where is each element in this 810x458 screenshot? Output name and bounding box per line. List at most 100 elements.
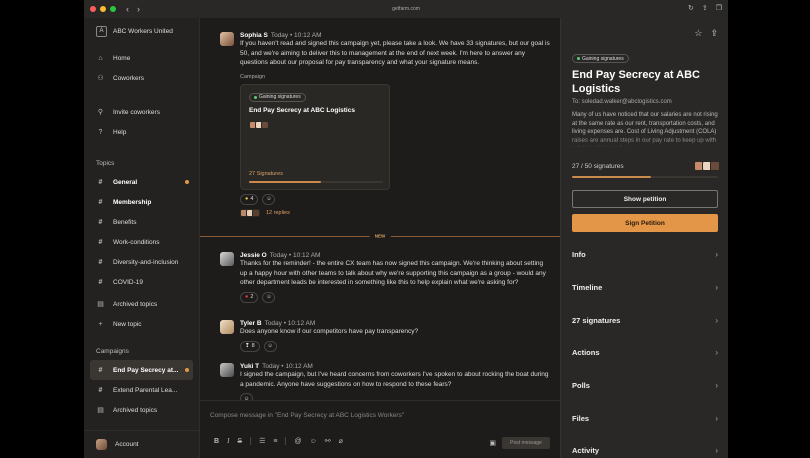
hash-icon: # <box>98 278 103 286</box>
bullet-list-icon[interactable]: ☰ <box>259 437 265 445</box>
strikethrough-icon[interactable]: S <box>237 438 242 445</box>
divider <box>285 437 287 445</box>
attach-icon[interactable]: ⌀ <box>339 437 343 445</box>
sidebar-item-home[interactable]: ⌂ Home <box>84 48 199 68</box>
show-petition-button[interactable]: Show petition <box>572 190 718 208</box>
post-message-button[interactable]: Post message <box>502 437 550 449</box>
message-time: Today • 10:12 AM <box>269 252 321 259</box>
message-author[interactable]: Sophia S <box>240 32 268 39</box>
sidebar-item-archived-campaigns[interactable]: ▤ Archived topics <box>84 400 199 420</box>
section-label: Info <box>572 249 586 259</box>
forward-icon[interactable]: › <box>137 4 140 14</box>
section-signatures[interactable]: 27 signatures › <box>572 313 718 327</box>
add-reaction-button[interactable]: ☺ <box>263 340 277 352</box>
reaction[interactable]: ● 4 <box>240 193 259 205</box>
back-icon[interactable]: ‹ <box>126 4 129 14</box>
sidebar-item-campaign-end-pay-secrecy[interactable]: # End Pay Secrecy at... <box>90 360 193 380</box>
sidebar-item-work-conditions[interactable]: # Work-conditions <box>84 232 199 252</box>
mention-icon[interactable]: @ <box>294 438 301 445</box>
avatar[interactable] <box>220 252 234 266</box>
section-timeline[interactable]: Timeline › <box>572 280 718 294</box>
add-reaction-button[interactable]: ☺ <box>262 291 276 303</box>
section-actions[interactable]: Actions › <box>572 345 718 359</box>
smiley-icon: ☺ <box>266 294 272 300</box>
workspace-switcher[interactable]: A ABC Workers United <box>84 18 199 44</box>
sidebar-item-help[interactable]: ? Help <box>84 122 199 142</box>
section-activity[interactable]: Activity › <box>572 443 718 457</box>
campaign-panel: ☆ ⇪ Gaining signatures End Pay Secrecy a… <box>560 18 728 458</box>
campaign-card[interactable]: Gaining signatures End Pay Secrecy at AB… <box>240 83 390 190</box>
chevron-right-icon: › <box>715 380 718 390</box>
star-icon[interactable]: ☆ <box>694 28 702 39</box>
italic-icon[interactable]: I <box>227 437 229 445</box>
sidebar-item-label: Coworkers <box>113 74 145 82</box>
section-files[interactable]: Files › <box>572 411 718 425</box>
signer-avatars <box>249 120 269 129</box>
unread-dot <box>185 368 189 372</box>
smiley-icon: ☺ <box>266 196 272 202</box>
url-bar[interactable]: getfarm.com <box>392 6 420 12</box>
format-toolbar: B I S ☰ ≡ @ ☺ ⚯ ⌀ <box>214 437 343 445</box>
message-author[interactable]: Tyler B <box>240 320 262 327</box>
share-icon[interactable]: ⇪ <box>702 4 708 12</box>
message-input[interactable] <box>210 409 550 421</box>
avatar[interactable] <box>220 32 234 46</box>
chevron-right-icon: › <box>715 249 718 259</box>
avatar[interactable] <box>220 363 234 377</box>
bold-icon[interactable]: B <box>214 438 219 445</box>
sidebar-item-label: New topic <box>113 320 142 328</box>
sidebar-item-general[interactable]: # General <box>84 172 199 192</box>
sidebar-item-archived-topics[interactable]: ▤ Archived topics <box>84 294 199 314</box>
close-window-button[interactable] <box>90 6 96 12</box>
sidebar-item-campaign-parental-leave[interactable]: # Extend Parental Lea... <box>84 380 199 400</box>
image-icon[interactable]: ▣ <box>489 439 496 447</box>
message-feed: Sophia S Today • 10:12 AM If you haven't … <box>200 18 560 458</box>
hash-icon: # <box>98 258 103 266</box>
reaction[interactable]: ● 2 <box>240 291 259 303</box>
sidebar-item-invite[interactable]: ⚲ Invite coworkers <box>84 102 199 122</box>
chevron-right-icon: › <box>715 347 718 357</box>
sidebar-item-membership[interactable]: # Membership <box>84 192 199 212</box>
maximize-window-button[interactable] <box>110 6 116 12</box>
account-label: Account <box>115 441 139 448</box>
tabs-icon[interactable]: ❐ <box>716 4 722 12</box>
numbered-list-icon[interactable]: ≡ <box>273 438 277 445</box>
sidebar-item-diversity[interactable]: # Diversity-and-inclusion <box>84 252 199 272</box>
message-text: Thanks for the reminder! - the entire CX… <box>240 260 546 286</box>
browser-nav: ‹ › <box>126 4 140 14</box>
replies-link[interactable]: 12 replies <box>240 208 550 217</box>
add-user-icon: ⚲ <box>97 109 104 116</box>
reload-icon[interactable]: ↻ <box>688 4 694 12</box>
minimize-window-button[interactable] <box>100 6 106 12</box>
section-label: Actions <box>572 347 600 357</box>
message-text: If you haven't read and signed this camp… <box>240 40 550 66</box>
reactions: ● 2 ☺ <box>240 291 550 303</box>
section-label: Activity <box>572 445 600 455</box>
sidebar-item-coworkers[interactable]: ⚇ Coworkers <box>84 68 199 88</box>
message: Tyler B Today • 10:12 AM Does anyone know… <box>220 320 550 352</box>
reaction[interactable]: ❢ 8 <box>240 340 260 352</box>
sidebar-item-label: Diversity-and-inclusion <box>113 258 179 266</box>
plus-icon: + <box>98 320 103 328</box>
message-author[interactable]: Yuki T <box>240 363 259 370</box>
message-text: I signed the campaign, but I've heard co… <box>240 371 549 388</box>
section-info[interactable]: Info › <box>572 247 718 261</box>
message-author[interactable]: Jessie O <box>240 252 267 259</box>
chevron-right-icon: › <box>715 413 718 423</box>
account-button[interactable]: Account <box>84 430 200 458</box>
add-reaction-button[interactable]: ☺ <box>262 193 276 205</box>
section-polls[interactable]: Polls › <box>572 378 718 392</box>
sidebar-item-new-topic[interactable]: + New topic <box>84 314 199 334</box>
signature-progress-fill <box>572 176 651 178</box>
sign-petition-button[interactable]: Sign Petition <box>572 214 718 232</box>
reaction-count: 8 <box>251 343 255 349</box>
sidebar-item-covid[interactable]: # COVID-19 <box>84 272 199 292</box>
campaigns-heading: Campaigns <box>96 347 129 355</box>
share-icon[interactable]: ⇪ <box>710 28 718 39</box>
link-icon[interactable]: ⚯ <box>325 437 331 445</box>
avatar[interactable] <box>220 320 234 334</box>
section-label: Polls <box>572 380 590 390</box>
emoji-icon[interactable]: ☺ <box>310 438 317 445</box>
sidebar-item-benefits[interactable]: # Benefits <box>84 212 199 232</box>
status-dot <box>254 95 257 99</box>
